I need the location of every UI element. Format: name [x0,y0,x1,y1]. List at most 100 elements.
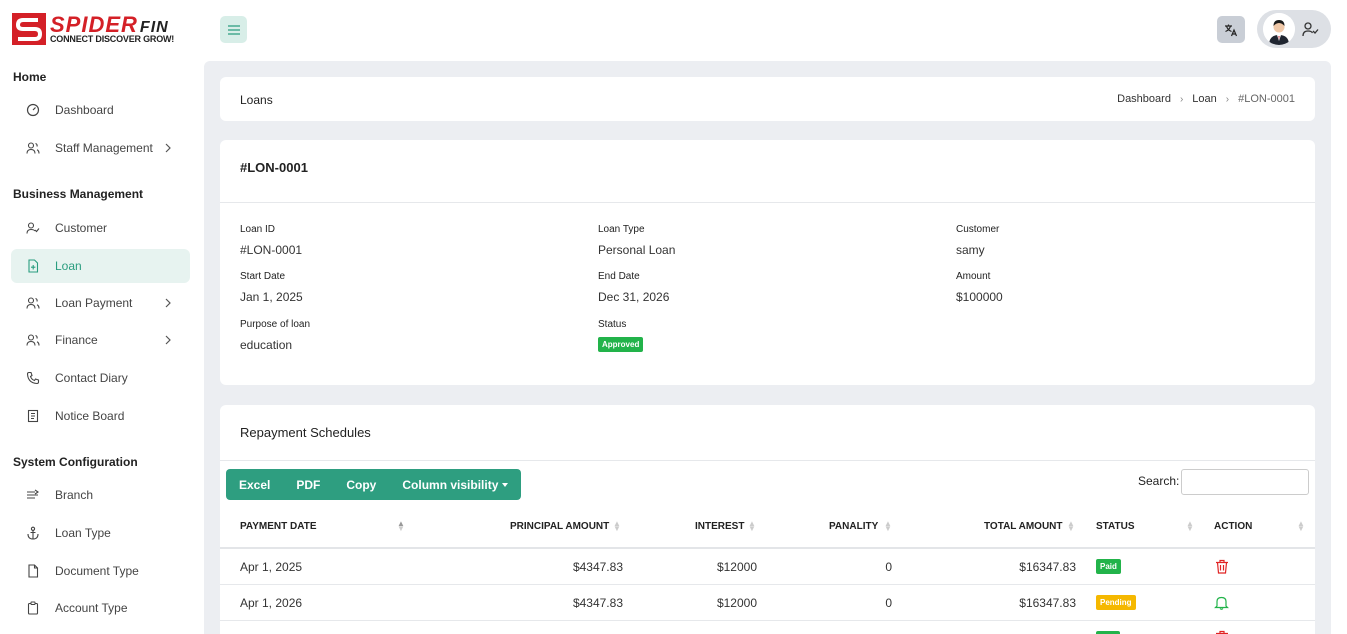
clipboard-icon [25,600,41,616]
row-divider [220,584,1315,585]
sidebar-item-document-type[interactable]: Document Type [11,554,190,588]
user-menu[interactable] [1257,10,1331,48]
pdf-button[interactable]: PDF [277,478,327,492]
col-interest[interactable]: INTEREST [695,521,744,532]
sidebar-item-loan-type[interactable]: Loan Type [11,516,190,550]
sort-asc-icon[interactable]: ▲ ▼ [397,520,405,533]
sidebar-item-label: Finance [55,333,98,347]
breadcrumb-dashboard[interactable]: Dashboard [1117,93,1171,105]
sort-icon[interactable]: ▲ ▼ [884,520,892,533]
translate-icon [1225,24,1238,36]
status-badge: Approved [598,337,644,352]
user-check-icon [1302,22,1319,37]
start-date-label: Start Date [240,271,286,282]
customer-label: Customer [956,224,1000,235]
language-button[interactable] [1217,16,1245,43]
breadcrumb-loan[interactable]: Loan [1192,93,1216,105]
amount-value: $100000 [956,290,1003,304]
breadcrumb-card: Loans Dashboard › Loan › #LON-0001 [220,77,1315,121]
sidebar-item-label: Staff Management [55,141,153,155]
dashboard-icon [25,102,41,118]
sidebar-item-loan-payment[interactable]: Loan Payment [11,286,190,320]
brand-tagline: CONNECT DISCOVER GROW! [50,34,175,44]
document-icon [25,563,41,579]
spider-logo-icon [12,13,46,45]
section-system-configuration: System Configuration [13,455,138,469]
sidebar-item-label: Customer [55,221,108,235]
loan-type-value: Personal Loan [598,243,676,257]
copy-button[interactable]: Copy [327,478,383,492]
row1-penalty: 0 [885,560,892,574]
col-status[interactable]: STATUS [1096,521,1135,532]
sidebar-item-label: Branch [55,488,94,502]
row2-interest: $12000 [716,596,757,610]
loan-heading: #LON-0001 [240,160,308,175]
bell-icon[interactable] [1214,595,1229,610]
sidebar-item-staff-management[interactable]: Staff Management [11,131,190,165]
purpose-value: education [240,338,293,352]
sort-icon[interactable]: ▲ ▼ [1067,520,1075,533]
repayment-heading: Repayment Schedules [240,425,371,440]
column-visibility-label: Column visibility [402,477,499,492]
loan-id-label: Loan ID [240,224,276,235]
sidebar-item-label: Account Type [55,601,128,615]
search-input[interactable] [1181,469,1309,495]
sidebar-item-loan[interactable]: Loan [11,249,190,283]
user-check-icon [25,220,41,236]
col-total-amount[interactable]: TOTAL AMOUNT [984,521,1063,532]
chevron-right-icon [164,297,172,311]
export-button-group: Excel PDF Copy Column visibility [226,469,522,500]
sidebar-item-label: Notice Board [55,409,125,423]
sort-icon[interactable]: ▲ ▼ [613,520,621,533]
sidebar-item-dashboard[interactable]: Dashboard [11,93,190,127]
sidebar-item-label: Loan [55,259,82,273]
sidebar-item-contact-diary[interactable]: Contact Diary [11,361,190,395]
divider [220,202,1315,203]
row-divider [220,620,1315,621]
excel-button[interactable]: Excel [232,478,277,492]
row1-status-badge: Paid [1096,559,1121,574]
sidebar-item-branch[interactable]: Branch [11,478,190,512]
col-principal-amount[interactable]: PRINCIPAL AMOUNT [510,521,609,532]
trash-icon[interactable] [1215,630,1229,634]
avatar [1263,13,1295,45]
start-date-value: Jan 1, 2025 [240,290,303,304]
notice-icon [25,408,41,424]
sort-icon[interactable]: ▲ ▼ [1186,520,1194,533]
customer-value: samy [956,243,985,257]
column-visibility-button[interactable]: Column visibility [383,478,515,492]
sort-icon[interactable]: ▲ ▼ [1297,520,1305,533]
sidebar-item-notice-board[interactable]: Notice Board [11,399,190,433]
brand-logo[interactable]: SPIDER FIN CONNECT DISCOVER GROW! [12,12,188,48]
row1-principal: $4347.83 [572,560,623,574]
sidebar-item-customer[interactable]: Customer [11,211,190,245]
sidebar-item-finance[interactable]: Finance [11,323,190,357]
col-action[interactable]: ACTION [1214,521,1252,532]
breadcrumb-current: #LON-0001 [1238,93,1295,105]
section-business-management: Business Management [13,187,144,201]
end-date-label: End Date [598,271,640,282]
header-divider [220,547,1315,549]
row2-date: Apr 1, 2026 [240,596,303,610]
chevron-right-icon: › [1179,93,1184,105]
amount-label: Amount [956,271,991,282]
users-icon [25,332,41,348]
sidebar-item-account-type[interactable]: Account Type [11,591,190,625]
sort-icon[interactable]: ▲ ▼ [748,520,756,533]
menu-toggle-button[interactable] [220,16,247,43]
row1-total: $16347.83 [1019,560,1076,574]
loan-detail-card: #LON-0001 Loan ID #LON-0001 Loan Type Pe… [220,140,1315,385]
sidebar-item-label: Loan Type [55,526,111,540]
section-home: Home [13,70,47,84]
row2-principal: $4347.83 [572,596,623,610]
row2-total: $16347.83 [1019,596,1076,610]
row1-interest: $12000 [716,560,757,574]
col-panality[interactable]: PANALITY [829,521,878,532]
loan-type-label: Loan Type [598,224,645,235]
page-title: Loans [240,93,273,107]
col-payment-date[interactable]: PAYMENT DATE [240,521,317,532]
row2-status-badge: Pending [1096,595,1136,610]
trash-icon[interactable] [1215,559,1229,574]
sidebar: SPIDER FIN CONNECT DISCOVER GROW! Home Da… [0,0,204,634]
end-date-value: Dec 31, 2026 [598,290,670,304]
